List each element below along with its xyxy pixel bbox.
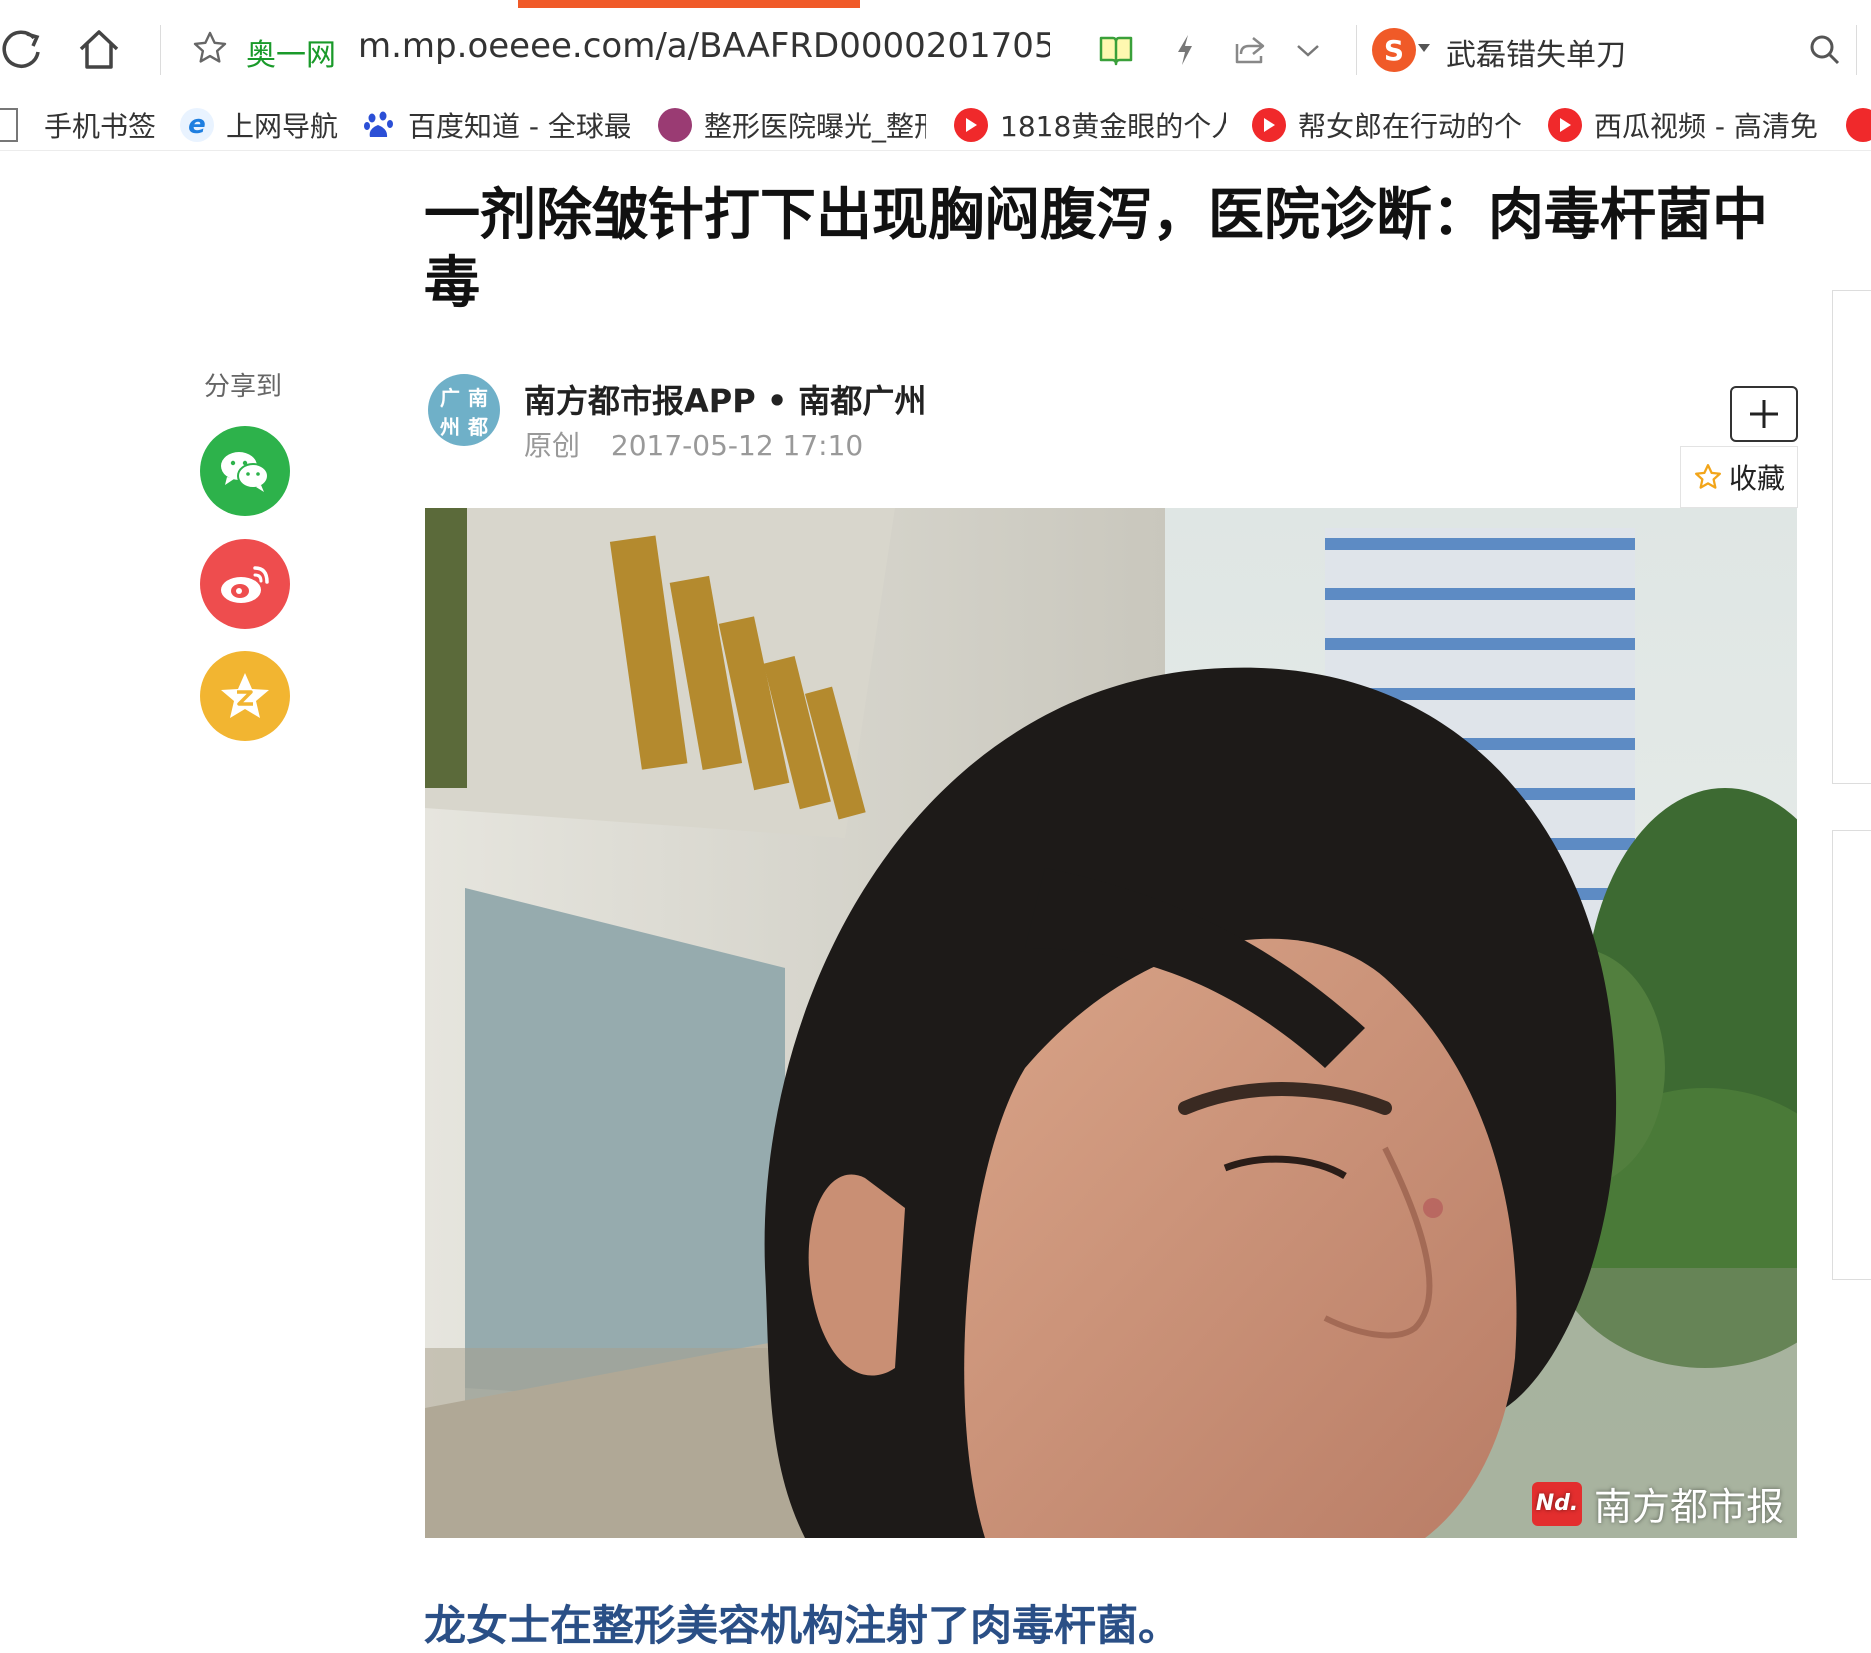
publish-datetime: 2017-05-12 17:10 <box>610 429 864 462</box>
weibo-icon <box>221 566 269 603</box>
original-badge: 原创 <box>524 429 581 462</box>
reload-icon[interactable] <box>0 26 42 74</box>
toolbar-separator <box>1856 25 1857 75</box>
bookmark-label: 1818黄金眼的个人 <box>1000 110 1226 143</box>
side-panel-tab[interactable] <box>1832 290 1871 784</box>
bookmark-label: 整形医院曝光_整形 <box>704 110 926 143</box>
toolbar-separator <box>1356 25 1357 75</box>
article-photo <box>425 508 1797 1538</box>
bookmark-item[interactable]: 整形医院曝光_整形 <box>658 100 926 150</box>
photo-watermark: Nd. 南方都市报 <box>1532 1476 1784 1531</box>
qzone-star-icon <box>221 673 269 718</box>
bookmark-item[interactable]: e 上网导航 <box>180 100 340 150</box>
author-name[interactable]: 南方都市报APP • 南都广州 <box>524 376 926 422</box>
bookmark-star-icon[interactable] <box>190 28 230 68</box>
video-play-icon <box>1846 108 1871 142</box>
bookmark-item[interactable]: 手机书签 <box>0 100 170 150</box>
bookmark-item-overflow[interactable] <box>1846 100 1871 150</box>
ie-e-icon: e <box>180 108 214 142</box>
url-text[interactable]: m.mp.oeeee.com/a/BAAFRD0000201705123711 <box>358 26 1050 66</box>
video-play-icon <box>1252 108 1286 142</box>
bookmark-item[interactable]: 帮女郎在行动的个 <box>1252 100 1522 150</box>
share-weibo-button[interactable] <box>200 539 290 629</box>
site-name-tag: 奥一网 <box>246 38 336 73</box>
home-icon[interactable] <box>74 24 124 74</box>
share-label: 分享到 <box>204 372 283 402</box>
star-outline-icon <box>1694 464 1721 489</box>
article-meta: 原创 2017-05-12 17:10 <box>524 424 885 464</box>
share-page-icon[interactable] <box>1230 30 1270 70</box>
plus-icon <box>1750 400 1778 428</box>
watermark-text: 南方都市报 <box>1594 1485 1785 1529</box>
chevron-down-icon[interactable] <box>1290 34 1326 68</box>
avatar-char: 州 <box>440 415 460 439</box>
search-icon[interactable] <box>1805 30 1845 70</box>
article-caption: 龙女士在整形美容机构注射了肉毒杆菌。 <box>424 1601 1181 1650</box>
lightning-icon[interactable] <box>1170 30 1200 70</box>
wechat-icon <box>221 452 269 492</box>
bookmark-label: 百度知道 - 全球最 <box>408 110 630 143</box>
author-avatar[interactable]: 广 南 州 都 <box>428 374 500 446</box>
bookmark-item[interactable]: 百度知道 - 全球最 <box>362 100 630 150</box>
favorite-label: 收藏 <box>1728 462 1785 495</box>
article-title: 一剂除皱针打下出现胸闷腹泻，医院诊断：肉毒杆菌中毒 <box>424 183 1768 316</box>
bookmark-item[interactable]: 1818黄金眼的个人 <box>954 100 1226 150</box>
avatar-char: 南 <box>468 386 488 410</box>
newspaper-logo-icon: Nd. <box>1532 1481 1582 1526</box>
favorite-button[interactable]: 收藏 <box>1680 446 1798 508</box>
bookmark-label: 帮女郎在行动的个 <box>1298 110 1522 143</box>
browser-toolbar: 奥一网 m.mp.oeeee.com/a/BAAFRD0000201705123… <box>0 0 1871 101</box>
avatar-char: 都 <box>468 415 488 439</box>
page-load-progress-bar <box>518 0 860 8</box>
baidu-paw-icon <box>362 108 396 142</box>
avatar-char: 广 <box>440 386 460 410</box>
side-panel-tab[interactable] <box>1832 830 1871 1280</box>
toolbar-separator <box>160 25 161 75</box>
video-play-icon <box>954 108 988 142</box>
hospital-logo-icon <box>658 108 692 142</box>
follow-button[interactable] <box>1730 386 1798 442</box>
search-box[interactable]: 武磊错失单刀 <box>1446 30 1626 74</box>
bookmark-label: 西瓜视频 - 高清免 <box>1594 110 1818 143</box>
share-qzone-button[interactable] <box>200 651 290 741</box>
sogou-search-engine-icon[interactable]: S <box>1372 28 1416 72</box>
engine-dropdown-icon[interactable] <box>1416 40 1432 56</box>
bookmark-label: 上网导航 <box>226 110 339 143</box>
reader-mode-icon[interactable] <box>1096 30 1136 70</box>
bookmark-item[interactable]: 西瓜视频 - 高清免 <box>1548 100 1820 150</box>
bookmarks-bar: 手机书签 e 上网导航 百度知道 - 全球最 整形医院曝光_整形 1818黄金眼… <box>0 100 1871 151</box>
folder-icon <box>0 108 18 142</box>
share-wechat-button[interactable] <box>200 426 290 516</box>
bookmark-label: 手机书签 <box>44 110 157 143</box>
video-play-icon <box>1548 108 1582 142</box>
